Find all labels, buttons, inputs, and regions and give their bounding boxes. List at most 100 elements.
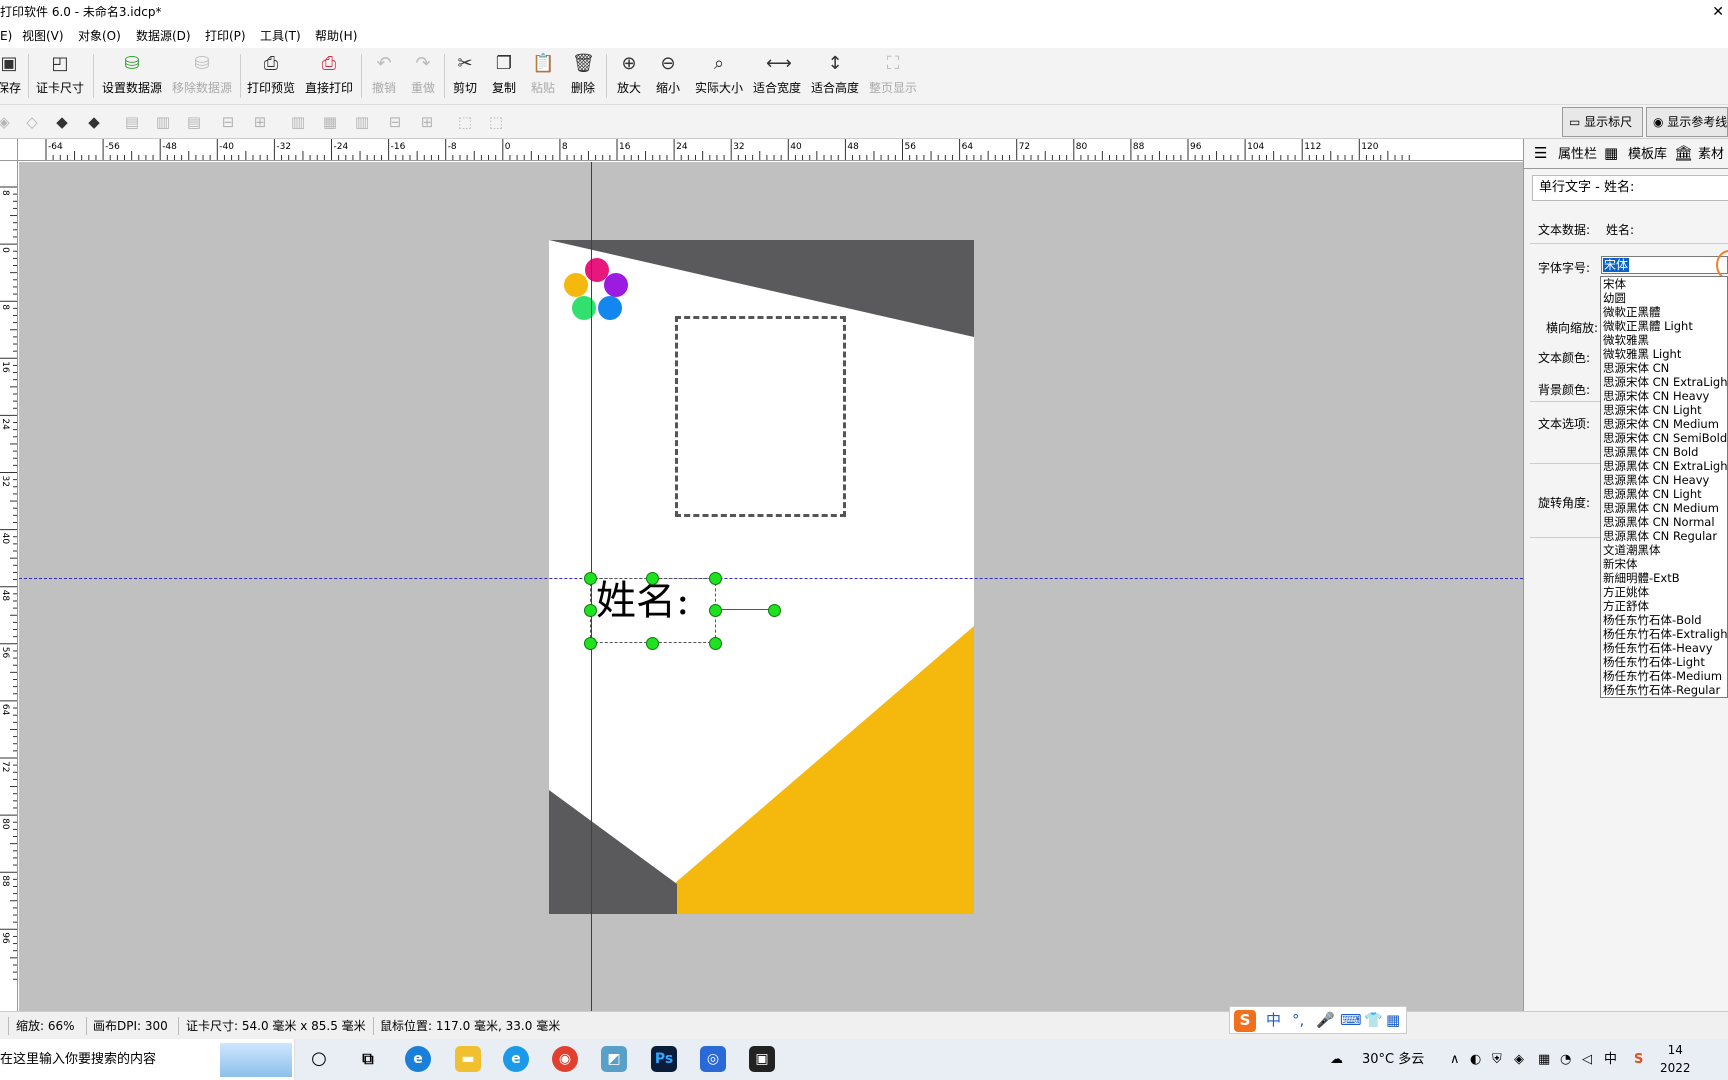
font-option[interactable]: 思源黑体 CN Normal (1601, 515, 1727, 529)
resize-handle[interactable] (646, 637, 659, 650)
align-bottom-icon[interactable]: ▥ (352, 112, 372, 132)
font-option[interactable]: 宋体 (1601, 277, 1727, 291)
font-option[interactable]: 文道潮黑体 (1601, 543, 1727, 557)
font-option[interactable]: 思源黑体 CN ExtraLight (1601, 459, 1727, 473)
clock[interactable]: 14 2022 (1660, 1041, 1691, 1077)
edge-icon[interactable]: e (405, 1046, 431, 1072)
font-option[interactable]: 方正姚体 (1601, 585, 1727, 599)
menu-view[interactable]: 视图(V) (22, 24, 64, 48)
security-app-icon[interactable]: ◎ (700, 1046, 726, 1072)
same-size-icon[interactable]: ⬚ (455, 112, 475, 132)
paste-button[interactable]: 📋 粘贴 (528, 52, 558, 96)
vertical-ruler[interactable]: 8 0 8 16 24 32 40 48 56 64 72 80 88 96 (0, 161, 18, 1011)
font-option[interactable]: 思源黑体 CN Heavy (1601, 473, 1727, 487)
font-option[interactable]: 杨任东竹石体-Light (1601, 655, 1727, 669)
undo-button[interactable]: ↶ 撤销 (369, 52, 399, 96)
mic-icon[interactable]: 🎤 (1316, 1010, 1335, 1030)
sogou-tray-icon[interactable]: S (1634, 1039, 1643, 1080)
distribute-h-icon[interactable]: ⊟ (218, 112, 238, 132)
layers-up-icon[interactable]: ◆ (84, 112, 104, 132)
weather-icon[interactable]: ☁ (1330, 1039, 1343, 1080)
tray-chevron-icon[interactable]: ∧ (1450, 1039, 1460, 1080)
copy-button[interactable]: ❐ 复制 (489, 52, 519, 96)
app-icon[interactable]: ◩ (601, 1046, 627, 1072)
ime-indicator[interactable]: 中 (1604, 1039, 1617, 1080)
font-option[interactable]: 思源宋体 CN SemiBold (1601, 431, 1727, 445)
font-option[interactable]: 方正舒体 (1601, 599, 1727, 613)
font-option[interactable]: 思源宋体 CN Medium (1601, 417, 1727, 431)
font-option[interactable]: 思源黑体 CN Medium (1601, 501, 1727, 515)
font-option[interactable]: 杨任东竹石体-Medium (1601, 669, 1727, 683)
ime-toolbar[interactable]: S 中 °, 🎤 ⌨ 👕 ▦ (1229, 1006, 1407, 1034)
keyboard-icon[interactable]: ⌨ (1340, 1010, 1362, 1030)
menu-file[interactable]: E) (0, 24, 12, 48)
tray-app-icon[interactable]: ◐ (1470, 1039, 1481, 1080)
network-icon[interactable]: ◔ (1560, 1039, 1571, 1080)
punct-icon[interactable]: °, (1292, 1010, 1304, 1030)
font-option[interactable]: 思源宋体 CN (1601, 361, 1727, 375)
cut-button[interactable]: ✂ 剪切 (450, 52, 480, 96)
menu-help[interactable]: 帮助(H) (315, 24, 357, 48)
font-option[interactable]: 新細明體-ExtB (1601, 571, 1727, 585)
name-text-object[interactable]: 姓名: (596, 576, 689, 626)
delete-button[interactable]: 🗑 删除 (568, 52, 598, 96)
chrome-icon[interactable]: ◉ (552, 1046, 578, 1072)
show-ruler-button[interactable]: ▭ 显示标尺 (1562, 107, 1643, 137)
set-datasource-button[interactable]: ⛁ 设置数据源 (100, 52, 164, 96)
show-guides-button[interactable]: ◉ 显示参考线 (1646, 107, 1728, 137)
distribute-icon[interactable]: ⊞ (250, 112, 270, 132)
text-data-value[interactable]: 姓名: (1606, 221, 1634, 238)
same-width-icon[interactable]: ⬚ (486, 112, 506, 132)
font-option[interactable]: 微軟正黑體 Light (1601, 319, 1727, 333)
font-option[interactable]: 杨任东竹石体-Regular (1601, 683, 1727, 697)
font-option[interactable]: 微軟正黑體 (1601, 305, 1727, 319)
remove-datasource-button[interactable]: ⛁ 移除数据源 (170, 52, 234, 96)
font-option[interactable]: 杨任东竹石体-Bold (1601, 613, 1727, 627)
align-center-icon[interactable]: ▥ (153, 112, 173, 132)
tray-shield-icon[interactable]: ◈ (1514, 1039, 1524, 1080)
card-size-button[interactable]: ◰ 证卡尺寸 (35, 52, 85, 96)
font-option[interactable]: 思源黑体 CN Bold (1601, 445, 1727, 459)
toolbox-icon[interactable]: ▦ (1386, 1010, 1400, 1030)
direct-print-button[interactable]: ⎙ 直接打印 (304, 52, 354, 96)
font-option[interactable]: 幼圆 (1601, 291, 1727, 305)
zoom-out-button[interactable]: ⊖ 缩小 (653, 52, 683, 96)
full-page-button[interactable]: ⛶ 整页显示 (868, 52, 918, 96)
zoom-in-button[interactable]: ⊕ 放大 (614, 52, 644, 96)
font-option[interactable]: 思源黑体 CN Light (1601, 487, 1727, 501)
cortana-icon[interactable]: ○ (306, 1046, 332, 1072)
layers-down-icon[interactable]: ◇ (22, 112, 42, 132)
align-left-icon[interactable]: ▤ (122, 112, 142, 132)
rotation-handle[interactable] (768, 604, 781, 617)
menu-datasource[interactable]: 数据源(D) (136, 24, 191, 48)
align-middle-icon[interactable]: ▦ (320, 112, 340, 132)
font-option[interactable]: 杨任东竹石体-Heavy (1601, 641, 1727, 655)
actual-size-button[interactable]: ⌕ 实际大小 (694, 52, 744, 96)
layers-icon[interactable]: ◆ (52, 112, 72, 132)
font-select[interactable]: 宋体 (1601, 256, 1728, 274)
font-option[interactable]: 杨任东竹石体-Extralight (1601, 627, 1727, 641)
resize-handle[interactable] (709, 572, 722, 585)
guide-line-horizontal[interactable] (19, 578, 1523, 579)
resize-handle[interactable] (584, 604, 597, 617)
save-button[interactable]: ▣ 保存 (0, 52, 24, 96)
font-option[interactable]: 微软雅黑 (1601, 333, 1727, 347)
volume-icon[interactable]: ◁ (1582, 1039, 1592, 1080)
resize-handle[interactable] (584, 637, 597, 650)
resize-handle[interactable] (646, 572, 659, 585)
camera-app-icon[interactable]: ▣ (749, 1046, 775, 1072)
font-option[interactable]: 思源宋体 CN Heavy (1601, 389, 1727, 403)
file-explorer-icon[interactable]: ▬ (455, 1046, 481, 1072)
font-option[interactable]: 思源宋体 CN Light (1601, 403, 1727, 417)
font-option[interactable]: 新宋体 (1601, 557, 1727, 571)
menu-tools[interactable]: 工具(T) (260, 24, 301, 48)
align-right-icon[interactable]: ▤ (184, 112, 204, 132)
tab-properties[interactable]: ☰ 属性栏 (1534, 143, 1597, 162)
photo-placeholder[interactable] (675, 316, 846, 517)
ime-lang[interactable]: 中 (1266, 1010, 1281, 1030)
fit-width-button[interactable]: ⟷ 适合宽度 (752, 52, 802, 96)
font-option[interactable]: 思源宋体 CN ExtraLight (1601, 375, 1727, 389)
layer-icon[interactable]: ◈ (0, 112, 14, 132)
align-top-icon[interactable]: ▥ (288, 112, 308, 132)
weather-text[interactable]: 30°C 多云 (1362, 1039, 1424, 1080)
